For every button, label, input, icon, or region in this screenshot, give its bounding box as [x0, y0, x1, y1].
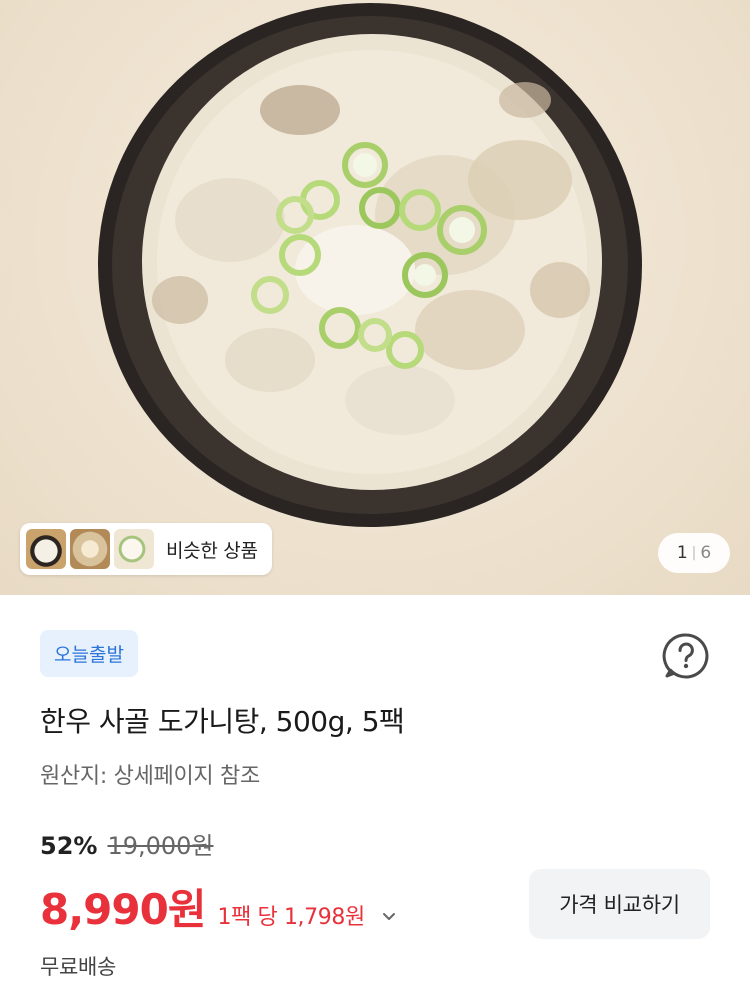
question-circle-icon [662, 633, 709, 679]
pager-separator: | [691, 545, 697, 561]
original-price: 19,000원 [107, 832, 214, 860]
product-photo [98, 3, 642, 527]
shipping-info: 무료배송 [40, 955, 117, 979]
unit-price: 1팩 당 1,798원 [217, 905, 366, 930]
image-pager: 1 | 6 [658, 533, 730, 573]
similar-product-thumbnail [26, 529, 66, 569]
unit-price-toggle[interactable]: 1팩 당 1,798원 [218, 899, 398, 931]
pager-current: 1 [676, 543, 688, 563]
help-button[interactable] [661, 631, 711, 681]
chevron-down-icon [383, 913, 396, 920]
price-row: 8,990원 1팩 당 1,798원 [40, 876, 397, 937]
product-image-carousel[interactable]: 비슷한 상품 1 | 6 [0, 0, 750, 595]
discount-row: 52% 19,000원 [40, 826, 214, 861]
similar-products-label: 비슷한 상품 [166, 539, 258, 562]
pager-total: 6 [700, 543, 712, 563]
product-origin: 원산지: 상세페이지 참조 [40, 764, 260, 789]
product-title: 한우 사골 도가니탕, 500g, 5팩 [40, 705, 405, 738]
delivery-badge: 오늘출발 [40, 630, 138, 677]
similar-products-button[interactable]: 비슷한 상품 [20, 523, 272, 575]
sale-price: 8,990원 [40, 885, 206, 934]
similar-product-thumbnail [114, 529, 154, 569]
compare-prices-button[interactable]: 가격 비교하기 [529, 869, 710, 939]
discount-rate: 52% [40, 832, 98, 860]
similar-product-thumbnail [70, 529, 110, 569]
